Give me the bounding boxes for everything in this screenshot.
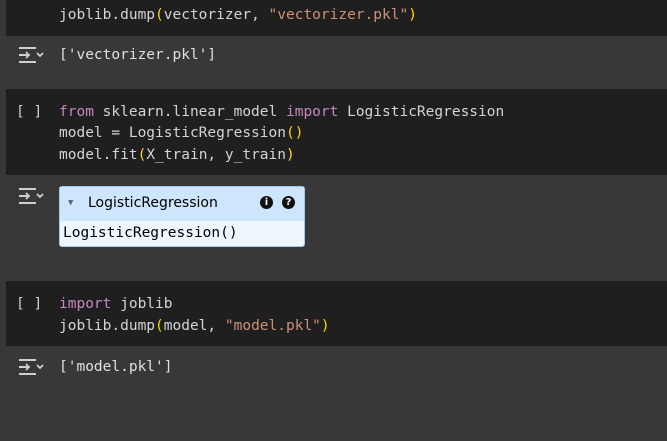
info-icon[interactable]: i bbox=[260, 196, 273, 209]
estimator-widget-header[interactable]: ▼ LogisticRegression i ? bbox=[60, 187, 304, 221]
code-token: joblib.dump bbox=[59, 318, 156, 334]
output-collapse-icon[interactable] bbox=[18, 357, 44, 377]
code-line[interactable]: joblib.dump(model, "model.pkl") bbox=[59, 315, 330, 337]
code-line[interactable]: import joblib bbox=[59, 293, 173, 315]
code-cell-1[interactable]: [ ] from sklearn.linear_model import Log… bbox=[6, 89, 667, 175]
code-token: joblib.dump bbox=[59, 7, 156, 23]
output-collapse-icon[interactable] bbox=[18, 45, 44, 65]
notebook-page: joblib.dump(vectorizer, "vectorizer.pkl"… bbox=[0, 0, 667, 441]
code-keyword: from bbox=[59, 104, 103, 120]
code-paren: ) bbox=[320, 318, 330, 334]
code-string: "model.pkl" bbox=[224, 318, 321, 334]
code-token: X_train, y_train bbox=[146, 147, 286, 163]
output-area-0: ['vectorizer.pkl'] bbox=[6, 36, 667, 76]
code-token: model.fit bbox=[59, 147, 138, 163]
code-cell-0[interactable]: joblib.dump(vectorizer, "vectorizer.pkl"… bbox=[6, 0, 667, 36]
code-line[interactable]: model = LogisticRegression() bbox=[59, 122, 303, 144]
estimator-repr: LogisticRegression() bbox=[63, 225, 238, 241]
code-token: LogisticRegression bbox=[347, 104, 505, 120]
estimator-widget-body: LogisticRegression() bbox=[60, 221, 304, 246]
code-keyword: import bbox=[59, 296, 121, 312]
output-text: ['vectorizer.pkl'] bbox=[59, 47, 217, 63]
code-line[interactable]: from sklearn.linear_model import Logisti… bbox=[59, 101, 504, 123]
output-area-1: ▼ LogisticRegression i ? LogisticRegress… bbox=[6, 175, 667, 265]
code-token: joblib bbox=[120, 296, 173, 312]
help-icon[interactable]: ? bbox=[282, 196, 295, 209]
output-area-2: ['model.pkl'] bbox=[6, 346, 667, 386]
code-cell-2[interactable]: [ ] import joblib joblib.dump(model, "mo… bbox=[6, 281, 667, 346]
code-paren: ( bbox=[137, 147, 147, 163]
code-paren: ( bbox=[155, 7, 164, 23]
code-line[interactable]: model.fit(X_train, y_train) bbox=[59, 144, 295, 166]
code-token: vectorizer, bbox=[163, 7, 269, 23]
code-keyword: import bbox=[285, 104, 348, 120]
code-paren: () bbox=[285, 125, 304, 141]
output-collapse-icon[interactable] bbox=[18, 186, 44, 206]
code-paren: ( bbox=[155, 318, 164, 334]
code-token: model = LogisticRegression bbox=[59, 125, 286, 141]
run-cell-button[interactable]: [ ] bbox=[16, 293, 42, 315]
estimator-title: LogisticRegression bbox=[88, 195, 218, 211]
code-paren: ) bbox=[408, 7, 417, 23]
code-line[interactable]: joblib.dump(vectorizer, "vectorizer.pkl"… bbox=[59, 4, 417, 26]
output-text: ['model.pkl'] bbox=[59, 359, 173, 375]
code-token: sklearn.linear_model bbox=[102, 104, 286, 120]
triangle-down-icon[interactable]: ▼ bbox=[68, 198, 73, 208]
code-paren: ) bbox=[286, 147, 295, 163]
code-token: model, bbox=[163, 318, 225, 334]
run-cell-button[interactable]: [ ] bbox=[16, 101, 42, 123]
estimator-widget[interactable]: ▼ LogisticRegression i ? LogisticRegress… bbox=[59, 186, 305, 247]
code-string: "vectorizer.pkl" bbox=[268, 7, 409, 23]
